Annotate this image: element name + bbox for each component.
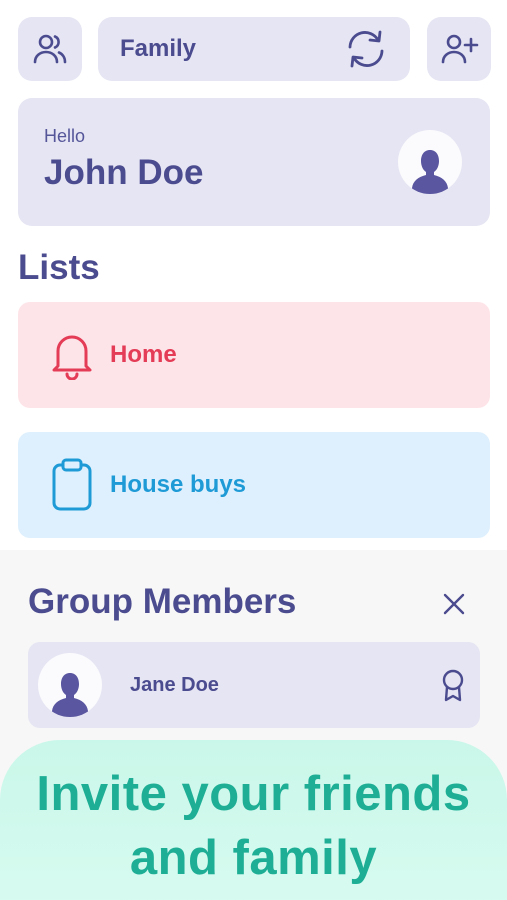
invite-line-1: Invite your friends [36, 767, 471, 821]
people-icon [33, 34, 67, 64]
invite-line-2: and family [129, 831, 378, 885]
add-user-button[interactable] [427, 17, 491, 81]
greeting-hello: Hello [44, 126, 86, 146]
list-label: House buys [110, 471, 247, 498]
list-item-home[interactable]: Home [18, 302, 490, 408]
list-label: Home [110, 341, 177, 368]
avatar[interactable] [398, 130, 462, 194]
clipboard-icon [52, 458, 92, 511]
award-icon [442, 669, 464, 702]
greeting-card: Hello John Doe [18, 98, 490, 226]
member-avatar [38, 653, 102, 717]
refresh-icon[interactable] [344, 29, 388, 69]
group-selector[interactable]: Family [98, 17, 410, 81]
member-row[interactable]: Jane Doe [28, 642, 480, 728]
close-icon [443, 593, 465, 615]
list-item-house-buys[interactable]: House buys [18, 432, 490, 538]
user-silhouette-icon [52, 673, 88, 717]
lists-title: Lists [18, 248, 100, 287]
invite-banner: Invite your friends and family [0, 740, 507, 900]
group-members-title: Group Members [28, 582, 297, 621]
close-button[interactable] [440, 590, 468, 618]
bell-icon [52, 335, 92, 380]
member-name: Jane Doe [130, 673, 219, 696]
user-silhouette-icon [412, 150, 448, 194]
group-name: Family [120, 35, 197, 62]
add-user-icon [441, 34, 479, 64]
members-button[interactable] [18, 17, 82, 81]
